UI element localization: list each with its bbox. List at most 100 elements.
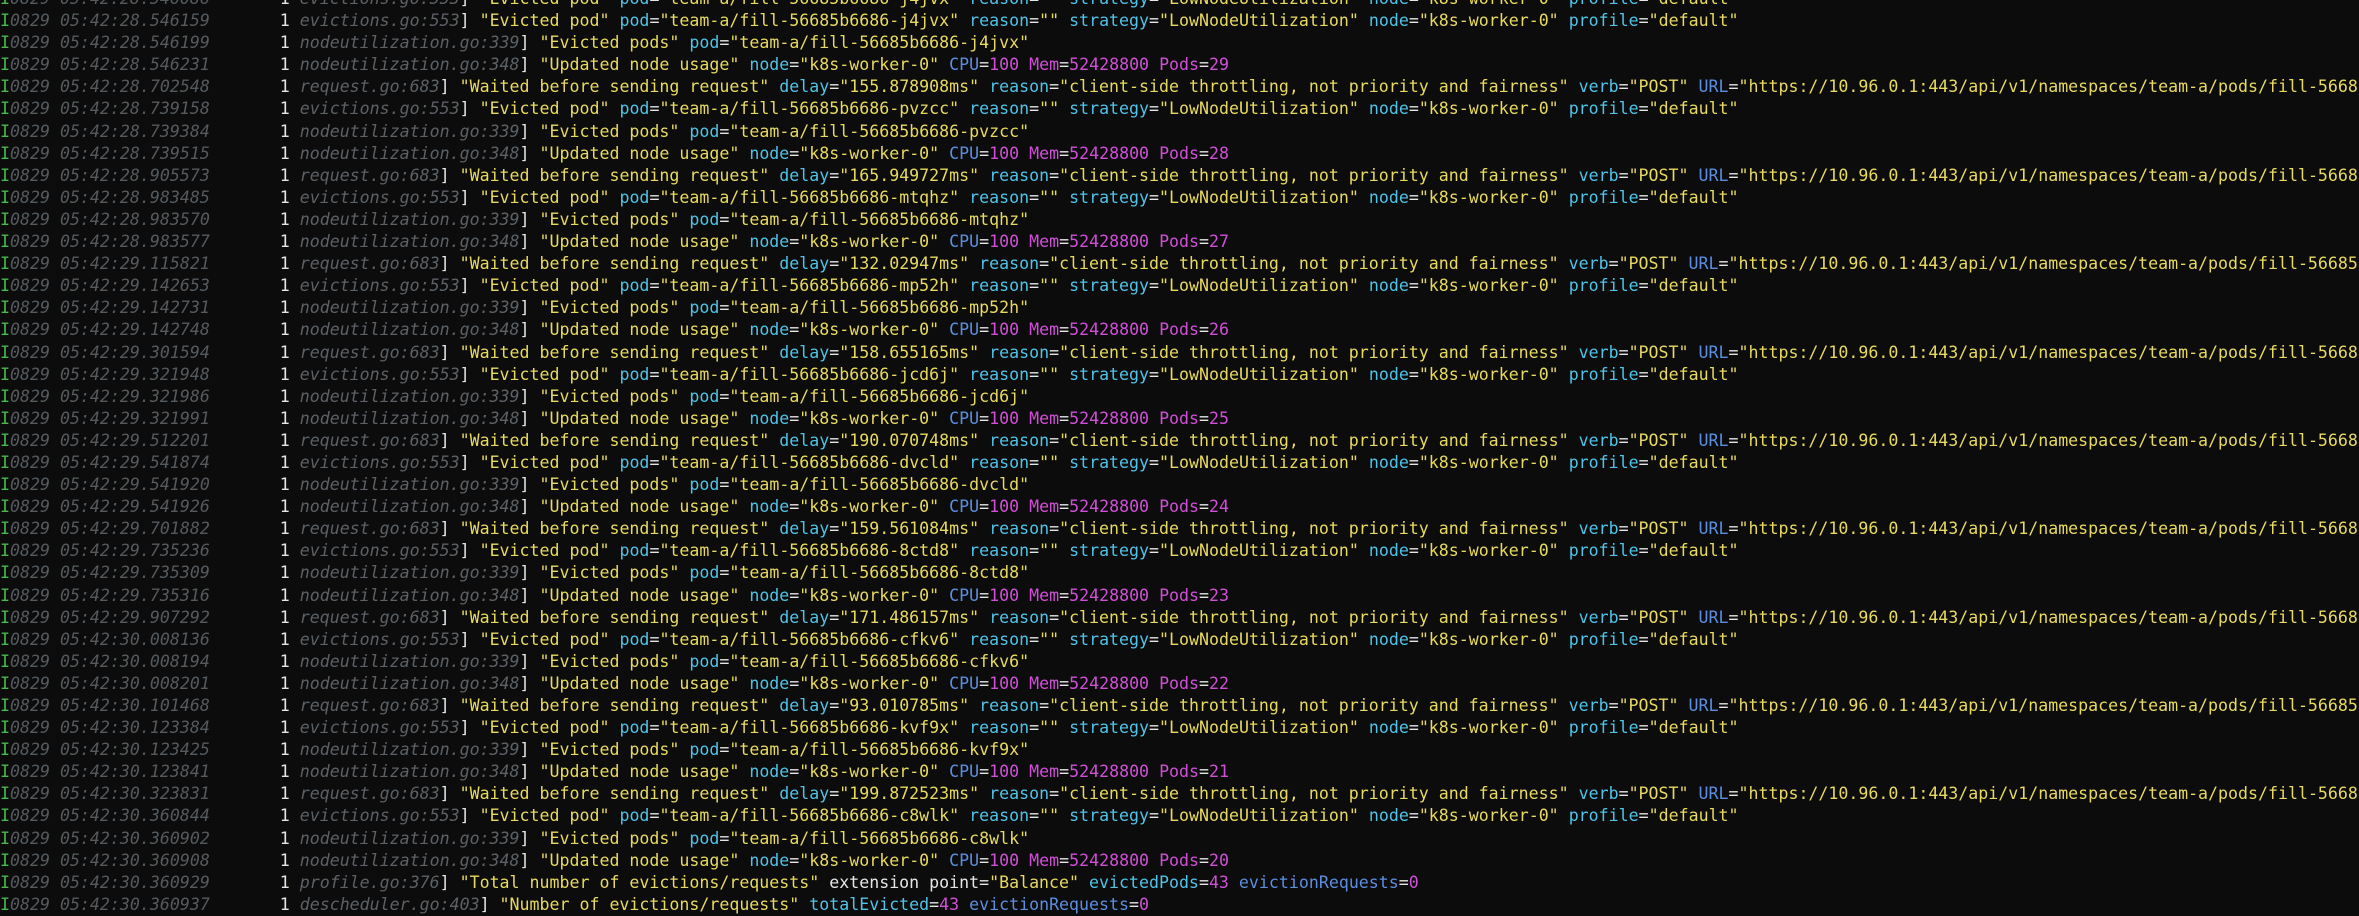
log-field-key: delay bbox=[779, 431, 829, 450]
log-space bbox=[1149, 851, 1159, 870]
log-field-value: "k8s-worker-0" bbox=[1419, 188, 1559, 207]
log-time: 0829 05:42:29.142653 bbox=[10, 276, 210, 295]
log-level: I bbox=[0, 166, 10, 185]
log-equals: = bbox=[789, 320, 799, 339]
log-equals: = bbox=[1149, 718, 1159, 737]
log-time: 0829 05:42:30.123384 bbox=[10, 718, 210, 737]
terminal-log[interactable]: I0829 05:42:28.546086 1 evictions.go:553… bbox=[0, 0, 2359, 916]
log-field-value: "k8s-worker-0" bbox=[1419, 99, 1559, 118]
log-field-key: pod bbox=[619, 541, 649, 560]
log-field-value: "team-a/fill-56685b6686-8ctd8" bbox=[659, 541, 959, 560]
log-field-key: reason bbox=[989, 343, 1049, 362]
log-space bbox=[939, 232, 949, 251]
log-field-value: "LowNodeUtilization" bbox=[1159, 11, 1359, 30]
log-source: nodeutilization.go:348 bbox=[300, 851, 520, 870]
log-space bbox=[679, 298, 689, 317]
log-field-value: "team-a/fill-56685b6686-j4jvx" bbox=[729, 33, 1029, 52]
log-space bbox=[979, 343, 989, 362]
log-bracket: ] bbox=[520, 122, 540, 141]
log-field-value: "team-a/fill-56685b6686-j4jvx" bbox=[659, 11, 959, 30]
log-bracket: ] bbox=[440, 519, 460, 538]
log-line: I0829 05:42:29.735316 1 nodeutilization.… bbox=[0, 585, 2359, 607]
log-message: "Waited before sending request" bbox=[460, 343, 770, 362]
log-field-key: Pods bbox=[1159, 409, 1199, 428]
log-field-key: Pods bbox=[1159, 674, 1199, 693]
log-line: I0829 05:42:30.360929 1 profile.go:376] … bbox=[0, 872, 2359, 894]
log-field-key: Mem bbox=[1029, 144, 1059, 163]
log-equals: = bbox=[1029, 0, 1039, 8]
log-timestamp: I0829 05:42:29.735309 bbox=[0, 563, 210, 582]
log-level: I bbox=[0, 276, 10, 295]
log-field-key: Mem bbox=[1029, 497, 1059, 516]
log-message: "Updated node usage" bbox=[540, 762, 740, 781]
log-space bbox=[959, 11, 969, 30]
log-bracket: ] bbox=[520, 762, 540, 781]
log-field-key: strategy bbox=[1069, 99, 1149, 118]
log-source: evictions.go:553 bbox=[300, 99, 460, 118]
log-field-value: "team-a/fill-56685b6686-mtqhz" bbox=[729, 210, 1029, 229]
log-equals: = bbox=[1409, 276, 1419, 295]
log-equals: = bbox=[1049, 519, 1059, 538]
log-field-value: "team-a/fill-56685b6686-mp52h" bbox=[659, 276, 959, 295]
log-timestamp: I0829 05:42:30.123841 bbox=[0, 762, 210, 781]
log-space bbox=[679, 563, 689, 582]
log-equals: = bbox=[829, 77, 839, 96]
log-message: "Evicted pod" bbox=[480, 718, 610, 737]
log-source: nodeutilization.go:339 bbox=[300, 387, 520, 406]
log-field-value: "k8s-worker-0" bbox=[799, 55, 939, 74]
log-space bbox=[1559, 99, 1569, 118]
log-equals: = bbox=[1029, 11, 1039, 30]
log-source: request.go:683 bbox=[300, 519, 440, 538]
log-field-key: verb bbox=[1579, 343, 1619, 362]
log-field-value: "https://10.96.0.1:443/api/v1/namespaces… bbox=[1739, 431, 2359, 450]
log-thread: 1 bbox=[210, 586, 300, 605]
log-equals: = bbox=[979, 873, 989, 892]
log-equals: = bbox=[719, 829, 729, 848]
log-equals: = bbox=[719, 652, 729, 671]
log-time: 0829 05:42:30.360844 bbox=[10, 806, 210, 825]
log-message: "Evicted pods" bbox=[540, 122, 680, 141]
log-timestamp: I0829 05:42:29.142748 bbox=[0, 320, 210, 339]
log-field-value: "https://10.96.0.1:443/api/v1/namespaces… bbox=[1739, 343, 2359, 362]
log-field-value: "default" bbox=[1649, 806, 1739, 825]
log-level: I bbox=[0, 365, 10, 384]
log-source: request.go:683 bbox=[300, 784, 440, 803]
log-field-key: strategy bbox=[1069, 0, 1149, 8]
log-line: I0829 05:42:29.321948 1 evictions.go:553… bbox=[0, 364, 2359, 386]
log-field-key: Mem bbox=[1029, 762, 1059, 781]
log-source: nodeutilization.go:339 bbox=[300, 33, 520, 52]
log-space bbox=[1569, 519, 1579, 538]
log-thread: 1 bbox=[210, 519, 300, 538]
log-level: I bbox=[0, 320, 10, 339]
log-equals: = bbox=[789, 55, 799, 74]
log-equals: = bbox=[1729, 784, 1739, 803]
log-field-key: CPU bbox=[949, 320, 979, 339]
log-field-key: node bbox=[1369, 0, 1409, 8]
log-space bbox=[769, 166, 779, 185]
log-timestamp: I0829 05:42:30.360908 bbox=[0, 851, 210, 870]
log-field-key: profile bbox=[1569, 718, 1639, 737]
log-space bbox=[769, 431, 779, 450]
log-space bbox=[979, 784, 989, 803]
log-field-key: node bbox=[1369, 11, 1409, 30]
log-field-value: "k8s-worker-0" bbox=[1419, 718, 1559, 737]
log-timestamp: I0829 05:42:29.142653 bbox=[0, 276, 210, 295]
log-message: "Number of evictions/requests" bbox=[500, 895, 800, 914]
log-timestamp: I0829 05:42:30.360937 bbox=[0, 895, 210, 914]
log-message: "Evicted pods" bbox=[540, 829, 680, 848]
log-field-key: node bbox=[1369, 541, 1409, 560]
log-field-key: pod bbox=[689, 475, 719, 494]
log-field-value: "https://10.96.0.1:443/api/v1/namespaces… bbox=[1739, 608, 2359, 627]
log-space bbox=[1359, 541, 1369, 560]
log-field-value: "client-side throttling, not priority an… bbox=[1049, 254, 1559, 273]
log-bracket: ] bbox=[460, 99, 480, 118]
log-thread: 1 bbox=[210, 166, 300, 185]
log-time: 0829 05:42:30.123425 bbox=[10, 740, 210, 759]
log-field-value: "" bbox=[1039, 541, 1059, 560]
log-field-key: verb bbox=[1579, 784, 1619, 803]
log-field-value: "LowNodeUtilization" bbox=[1159, 541, 1359, 560]
log-equals: = bbox=[1199, 873, 1209, 892]
log-space bbox=[739, 320, 749, 339]
log-level: I bbox=[0, 608, 10, 627]
log-level: I bbox=[0, 586, 10, 605]
